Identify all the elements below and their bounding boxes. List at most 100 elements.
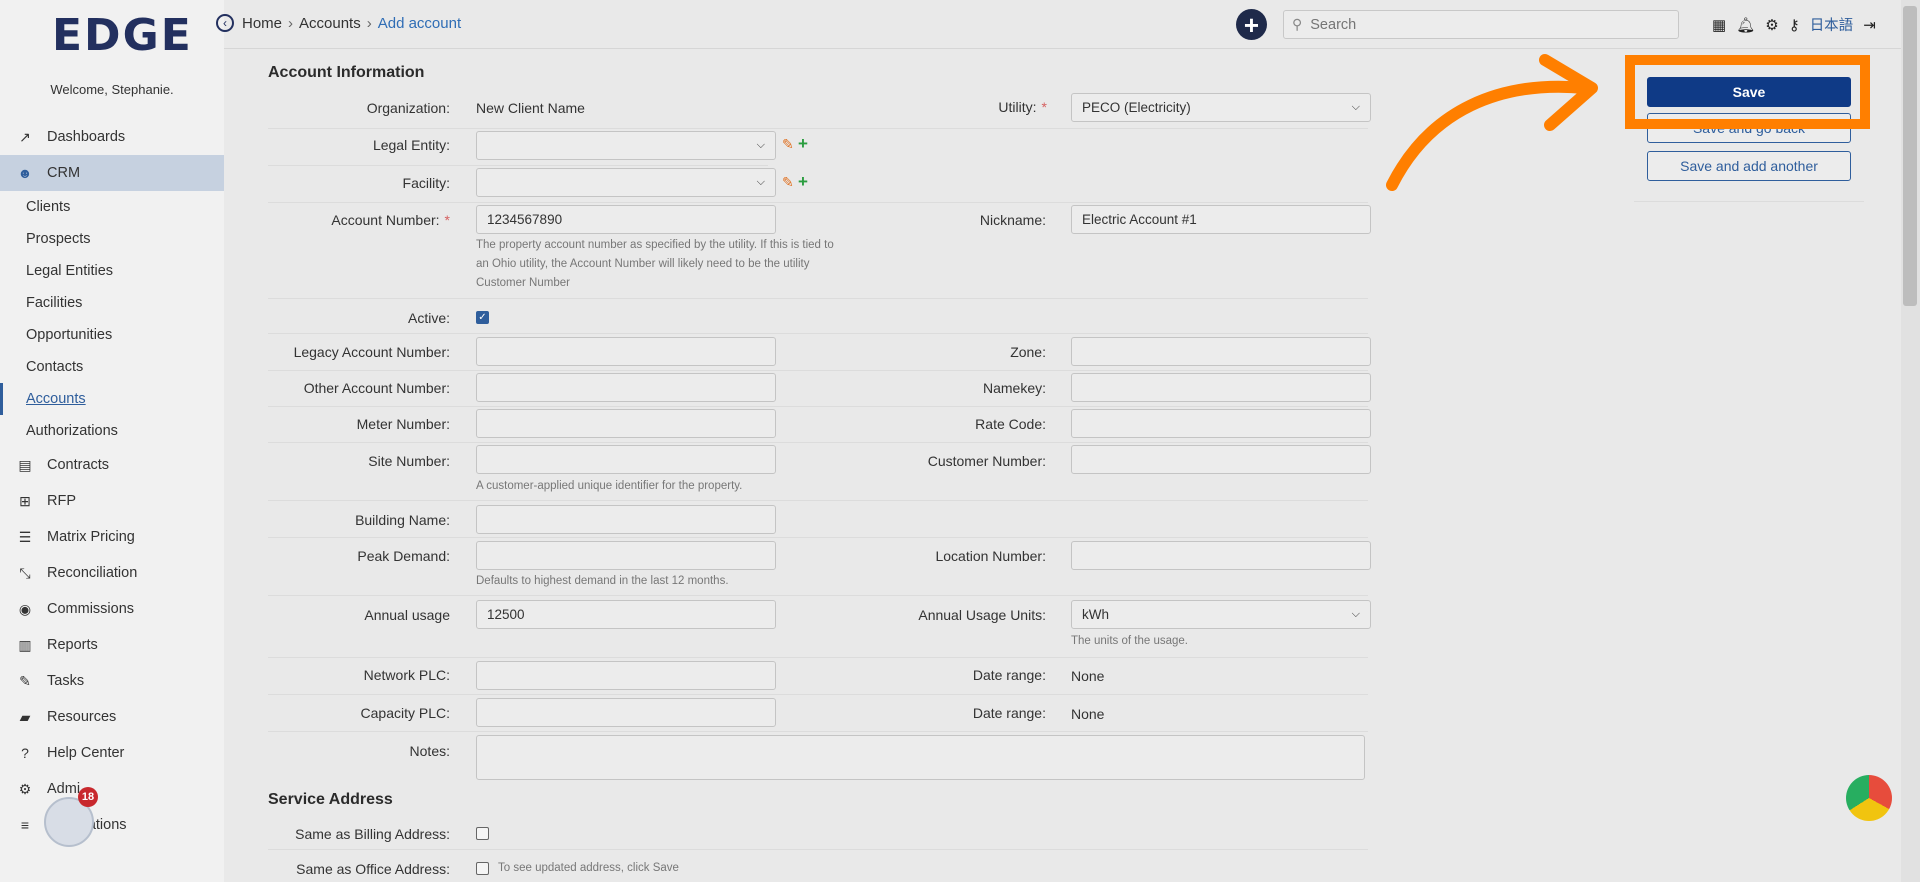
sidebar-item-commissions[interactable]: ◉ Commissions xyxy=(0,591,224,627)
folder-icon: ▰ xyxy=(19,708,31,725)
namekey-label: Namekey: xyxy=(982,380,1046,396)
capacity-plc-label: Capacity PLC: xyxy=(360,705,450,721)
legal-entity-select[interactable]: ⌵ xyxy=(476,131,776,160)
sidebar-item-label: Help Center xyxy=(47,745,125,761)
active-checkbox[interactable]: ✓ xyxy=(476,311,489,324)
edit-facility-pencil-icon[interactable]: ✎ xyxy=(782,174,794,191)
network-plc-input[interactable] xyxy=(476,661,776,690)
edge-logo[interactable]: EDGE xyxy=(52,10,193,61)
meter-number-input[interactable] xyxy=(476,409,776,438)
row-divider xyxy=(268,694,1368,695)
capacity-plc-input[interactable] xyxy=(476,698,776,727)
other-account-number-input[interactable] xyxy=(476,373,776,402)
assistant-avatar-icon[interactable] xyxy=(1846,775,1892,821)
sidebar-item-rfp[interactable]: ⊞ RFP xyxy=(0,483,224,519)
peak-demand-label: Peak Demand: xyxy=(357,548,450,564)
meter-number-label: Meter Number: xyxy=(356,416,450,432)
search-input[interactable] xyxy=(1308,15,1653,34)
annual-usage-units-label: Annual Usage Units: xyxy=(918,607,1046,623)
sidebar-item-resources[interactable]: ▰ Resources xyxy=(0,699,224,735)
same-as-billing-label: Same as Billing Address: xyxy=(295,826,450,842)
bell-icon[interactable]: 🔔︎ xyxy=(1736,16,1755,34)
building-name-input[interactable] xyxy=(476,505,776,534)
sidebar-item-admin[interactable]: ⚙ Admi xyxy=(0,771,224,807)
sidebar-sub-opportunities[interactable]: Opportunities xyxy=(0,319,224,351)
sidebar-item-reconciliation[interactable]: ⤡ Reconciliation xyxy=(0,555,224,591)
sidebar-sub-contacts[interactable]: Contacts xyxy=(0,351,224,383)
add-facility-plus-icon[interactable]: + xyxy=(798,172,808,192)
sidebar-item-integrations[interactable]: ≡ rations xyxy=(0,807,224,843)
utility-label: Utility: * xyxy=(998,99,1047,115)
sidebar-sub-clients[interactable]: Clients xyxy=(0,191,224,223)
coins-icon: ◉ xyxy=(18,600,32,617)
sidebar-item-contracts[interactable]: ▤ Contracts xyxy=(0,447,224,483)
sidebar-sub-facilities[interactable]: Facilities xyxy=(0,287,224,319)
scrollbar-thumb[interactable] xyxy=(1903,6,1917,306)
breadcrumb-home[interactable]: Home xyxy=(242,15,282,32)
rate-code-input[interactable] xyxy=(1071,409,1371,438)
customer-number-input[interactable] xyxy=(1071,445,1371,474)
account-number-value: 1234567890 xyxy=(487,212,563,227)
add-legal-entity-plus-icon[interactable]: + xyxy=(798,134,808,154)
notification-badge: 18 xyxy=(78,787,98,807)
sidebar-item-crm[interactable]: ☻ CRM xyxy=(0,155,224,191)
cogs-icon: ⚙ xyxy=(18,780,32,797)
gear-icon[interactable]: ⚙ xyxy=(1765,16,1778,34)
row-divider xyxy=(268,406,1368,407)
date-range-label: Date range: xyxy=(972,705,1046,721)
row-divider xyxy=(268,128,1368,129)
search-box[interactable]: ⚲ xyxy=(1283,10,1679,39)
sidebar-item-dashboards[interactable]: ↗ Dashboards xyxy=(0,119,224,155)
row-divider xyxy=(268,370,1368,371)
same-as-office-help: To see updated address, click Save xyxy=(498,862,679,874)
edit-legal-entity-pencil-icon[interactable]: ✎ xyxy=(782,136,794,153)
key-icon[interactable]: ⚷ xyxy=(1789,16,1800,34)
notes-label: Notes: xyxy=(409,743,450,759)
breadcrumb-accounts[interactable]: Accounts xyxy=(299,15,361,32)
same-as-office-checkbox[interactable] xyxy=(476,862,489,875)
date-range-label: Date range: xyxy=(972,667,1046,683)
sidebar-sub-legal-entities[interactable]: Legal Entities xyxy=(0,255,224,287)
row-divider xyxy=(268,595,1368,596)
facility-select[interactable]: ⌵ xyxy=(476,168,776,197)
sidebar-sub-authorizations[interactable]: Authorizations xyxy=(0,415,224,447)
notes-textarea[interactable] xyxy=(476,735,1365,780)
account-number-input[interactable]: 1234567890 xyxy=(476,205,776,234)
sidebar-item-matrix-pricing[interactable]: ☰ Matrix Pricing xyxy=(0,519,224,555)
site-number-input[interactable] xyxy=(476,445,776,474)
annual-usage-units-select[interactable]: kWh ⌵ xyxy=(1071,600,1371,629)
add-new-icon[interactable]: + xyxy=(1236,9,1267,40)
sidebar-sub-accounts[interactable]: Accounts xyxy=(0,383,224,415)
sidebar-item-label: Matrix Pricing xyxy=(47,529,135,545)
site-number-label: Site Number: xyxy=(368,453,450,469)
annual-usage-units-value: kWh xyxy=(1082,607,1109,622)
document-icon: ▤ xyxy=(18,456,32,473)
annual-usage-input[interactable]: 12500 xyxy=(476,600,776,629)
logout-icon[interactable]: ⇥ xyxy=(1863,16,1876,34)
legal-entity-label: Legal Entity: xyxy=(372,137,450,153)
peak-demand-input[interactable] xyxy=(476,541,776,570)
save-and-add-another-button[interactable]: Save and add another xyxy=(1647,151,1851,181)
zone-input[interactable] xyxy=(1071,337,1371,366)
back-icon[interactable]: ‹ xyxy=(216,14,234,32)
legacy-account-number-input[interactable] xyxy=(476,337,776,366)
calendar-icon[interactable]: ▦ xyxy=(1712,16,1726,34)
sidebar-item-help-center[interactable]: ? Help Center xyxy=(0,735,224,771)
same-as-billing-checkbox[interactable] xyxy=(476,827,489,840)
sidebar-item-label: Resources xyxy=(47,709,117,725)
utility-select[interactable]: PECO (Electricity) ⌵ xyxy=(1071,93,1371,122)
annual-usage-label: Annual usage xyxy=(364,607,450,623)
sidebar-item-reports[interactable]: ▥ Reports xyxy=(0,627,224,663)
site-number-help: A customer-applied unique identifier for… xyxy=(476,480,743,492)
breadcrumb-separator: › xyxy=(366,14,372,32)
sidebar-sub-prospects[interactable]: Prospects xyxy=(0,223,224,255)
location-number-input[interactable] xyxy=(1071,541,1371,570)
language-switch[interactable]: 日本語 xyxy=(1810,14,1854,35)
sidebar-item-tasks[interactable]: ✎ Tasks xyxy=(0,663,224,699)
nickname-input[interactable]: Electric Account #1 xyxy=(1071,205,1371,234)
breadcrumb-separator: › xyxy=(288,14,294,32)
namekey-input[interactable] xyxy=(1071,373,1371,402)
chevron-down-icon: ⌵ xyxy=(1351,608,1360,620)
row-divider xyxy=(268,298,1368,299)
same-as-office-label: Same as Office Address: xyxy=(296,861,450,877)
